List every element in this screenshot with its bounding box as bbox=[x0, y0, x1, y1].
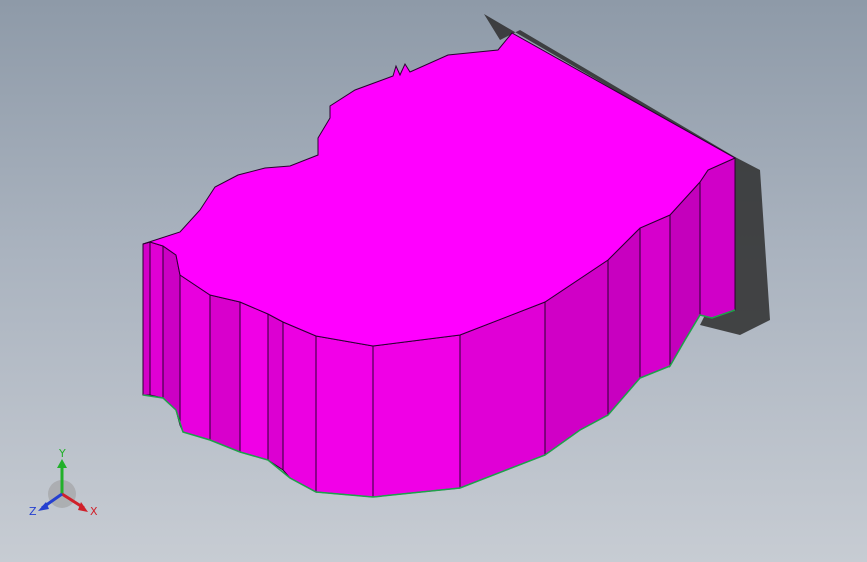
side-face bbox=[607, 226, 641, 417]
y-axis-arrow-icon bbox=[57, 459, 67, 468]
orientation-triad[interactable]: Y X Z bbox=[24, 446, 104, 526]
graphics-viewport[interactable]: Y X Z bbox=[0, 0, 867, 562]
side-face bbox=[149, 241, 164, 399]
side-face bbox=[267, 313, 284, 471]
x-axis-label: X bbox=[90, 505, 98, 518]
side-face bbox=[282, 321, 317, 493]
z-axis-label: Z bbox=[29, 505, 37, 518]
side-face bbox=[699, 157, 736, 319]
side-face bbox=[209, 294, 241, 453]
side-face bbox=[372, 334, 461, 498]
y-axis-label: Y bbox=[58, 447, 66, 460]
side-face bbox=[239, 301, 269, 461]
side-face bbox=[639, 214, 671, 379]
side-face bbox=[162, 245, 181, 426]
side-face bbox=[179, 274, 211, 441]
3d-part-model[interactable] bbox=[0, 0, 867, 562]
side-face bbox=[315, 335, 374, 498]
side-face bbox=[142, 241, 151, 396]
